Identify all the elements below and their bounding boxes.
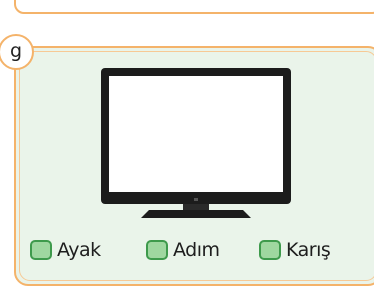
previous-question-box xyxy=(14,0,374,14)
option-adim[interactable]: Adım xyxy=(146,236,220,264)
question-number: g xyxy=(9,39,23,62)
tv-stand-neck xyxy=(183,204,209,210)
tv-stand-base xyxy=(141,210,251,218)
answer-options: Ayak Adım Karış xyxy=(30,236,374,264)
option-adim-label: Adım xyxy=(173,239,220,261)
option-ayak-checkbox[interactable] xyxy=(30,240,52,260)
tv-power-light xyxy=(194,198,198,201)
option-karis-label: Karış xyxy=(286,239,331,261)
option-adim-checkbox[interactable] xyxy=(146,240,168,260)
television-illustration xyxy=(101,68,291,218)
option-ayak-label: Ayak xyxy=(57,239,101,261)
option-ayak[interactable]: Ayak xyxy=(30,236,101,264)
option-karis-checkbox[interactable] xyxy=(259,240,281,260)
tv-screen xyxy=(109,76,283,192)
option-karis[interactable]: Karış xyxy=(259,236,331,264)
